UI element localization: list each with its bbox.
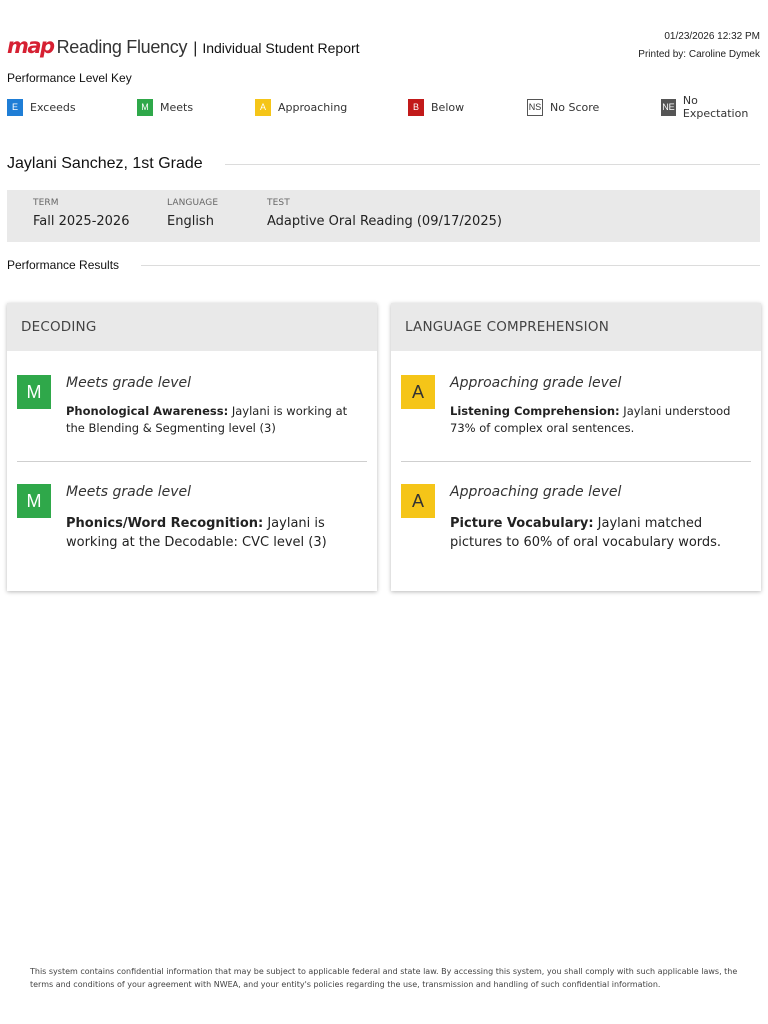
language-comprehension-card-header: LANGUAGE COMPREHENSION — [391, 303, 761, 351]
key-badge-approaching: A — [255, 98, 271, 116]
performance-badge-approaching: A — [401, 375, 435, 409]
logo-product-text: Reading Fluency — [56, 37, 188, 57]
performance-level: Meets grade level — [66, 484, 192, 500]
key-item-approaching: A Approaching — [255, 98, 347, 116]
performance-level: Meets grade level — [66, 375, 192, 391]
test-info: TEST Adaptive Oral Reading (09/17/2025) — [267, 198, 502, 229]
key-badge-exceeds: E — [7, 98, 23, 116]
decoding-card-title: DECODING — [21, 319, 97, 335]
language-label: LANGUAGE — [167, 198, 219, 208]
result-description: Phonics/Word Recognition: Jaylani is wor… — [66, 514, 367, 552]
performance-results-heading: Performance Results — [7, 256, 760, 274]
key-item-exceeds: E Exceeds — [7, 98, 76, 116]
key-badge-no-score: NS — [527, 98, 543, 116]
test-info-band: TERM Fall 2025-2026 LANGUAGE English TES… — [7, 190, 760, 242]
print-datetime: 01/23/2026 12:32 PM — [664, 31, 760, 42]
key-item-no-expectation: NE No Expectation — [661, 94, 761, 120]
performance-results-title: Performance Results — [7, 258, 120, 272]
printed-by: Printed by: Caroline Dymek — [638, 49, 760, 60]
performance-level: Approaching grade level — [450, 484, 622, 500]
student-heading: Jaylani Sanchez, 1st Grade — [7, 154, 760, 174]
results-divider — [141, 264, 760, 266]
report-title: Individual Student Report — [202, 40, 360, 56]
logo-map-text: map — [7, 34, 55, 58]
performance-badge-meets: M — [17, 484, 51, 518]
key-item-no-score: NS No Score — [527, 98, 599, 116]
result-text: Meets grade level Phonological Awareness… — [66, 375, 367, 437]
test-value: Adaptive Oral Reading (09/17/2025) — [267, 214, 502, 229]
skill-name: Phonics/Word Recognition: — [66, 516, 264, 531]
term-label: TERM — [33, 198, 59, 208]
term-info: TERM Fall 2025-2026 — [33, 198, 129, 229]
language-comprehension-card-title: LANGUAGE COMPREHENSION — [405, 319, 609, 335]
decoding-card: DECODING M Meets grade level Phonologica… — [7, 303, 377, 591]
title-separator: | — [193, 40, 198, 57]
performance-badge-meets: M — [17, 375, 51, 409]
key-badge-below: B — [408, 98, 424, 116]
language-value: English — [167, 214, 214, 229]
print-info: 01/23/2026 12:32 PM Printed by: Caroline… — [638, 28, 760, 64]
key-badge-no-expectation: NE — [661, 98, 676, 116]
key-label-no-score: No Score — [550, 100, 600, 114]
language-info: LANGUAGE English — [167, 198, 218, 229]
result-text: Approaching grade level Picture Vocabula… — [450, 484, 751, 552]
key-label-meets: Meets — [160, 100, 194, 114]
card-divider — [17, 461, 367, 462]
result-description: Listening Comprehension: Jaylani underst… — [450, 403, 751, 437]
map-reading-fluency-logo: map Reading Fluency | Individual Student… — [7, 34, 360, 58]
card-divider — [401, 461, 751, 462]
key-label-exceeds: Exceeds — [30, 100, 76, 114]
skill-name: Listening Comprehension: — [450, 404, 620, 418]
heading-divider — [224, 163, 760, 165]
performance-level-key: E Exceeds M Meets A Approaching B Below … — [7, 94, 761, 120]
result-description: Picture Vocabulary: Jaylani matched pict… — [450, 514, 751, 552]
performance-level: Approaching grade level — [450, 375, 622, 391]
key-label-approaching: Approaching — [278, 100, 348, 114]
skill-name: Phonological Awareness: — [66, 404, 229, 418]
key-label-below: Below — [431, 100, 465, 114]
performance-badge-approaching: A — [401, 484, 435, 518]
term-value: Fall 2025-2026 — [33, 214, 130, 229]
test-label: TEST — [267, 198, 290, 208]
key-label-no-expectation: No Expectation — [682, 94, 749, 120]
key-item-meets: M Meets — [137, 98, 193, 116]
report-header: map Reading Fluency | Individual Student… — [7, 28, 760, 68]
confidentiality-notice: This system contains confidential inform… — [30, 967, 738, 989]
result-description: Phonological Awareness: Jaylani is worki… — [66, 403, 367, 437]
student-name: Jaylani Sanchez, 1st Grade — [7, 155, 203, 172]
performance-level-key-title: Performance Level Key — [7, 71, 132, 85]
decoding-card-header: DECODING — [7, 303, 377, 351]
result-text: Approaching grade level Listening Compre… — [450, 375, 751, 437]
key-item-below: B Below — [408, 98, 464, 116]
key-badge-meets: M — [137, 98, 153, 116]
result-text: Meets grade level Phonics/Word Recogniti… — [66, 484, 367, 552]
skill-name: Picture Vocabulary: — [450, 516, 594, 531]
language-comprehension-card: LANGUAGE COMPREHENSION A Approaching gra… — [391, 303, 761, 591]
